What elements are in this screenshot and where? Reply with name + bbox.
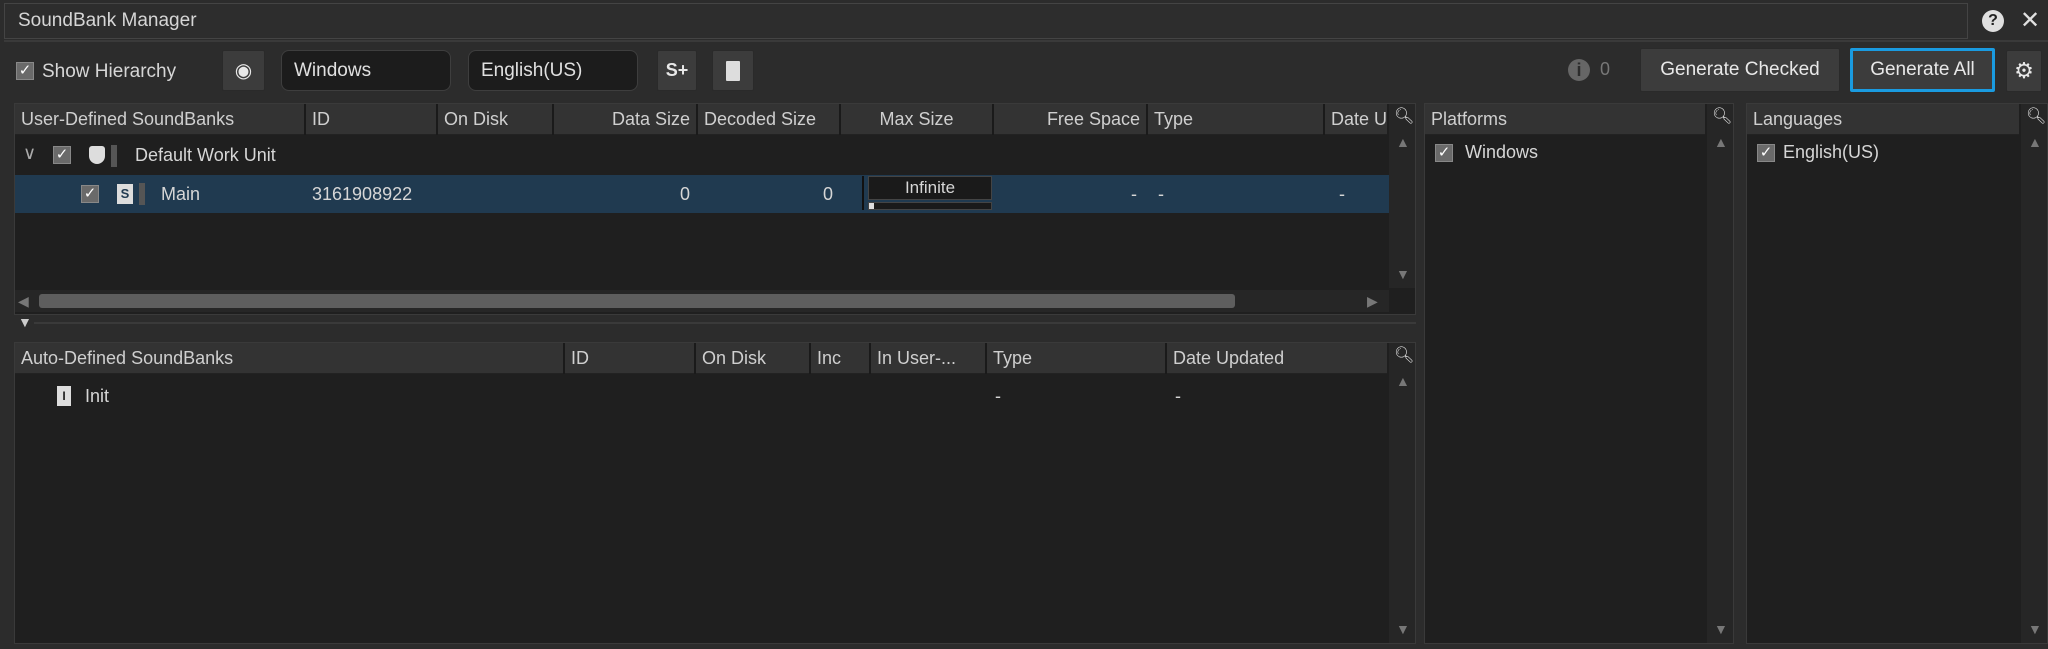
- scroll-right-arrow[interactable]: ▶: [1367, 293, 1378, 310]
- max-size-usage-bar: [868, 202, 992, 210]
- vertical-scrollbar[interactable]: 🔍︎ ▲ ▼: [1389, 104, 1415, 288]
- col-header-data-size[interactable]: Data Size: [554, 104, 698, 135]
- platform-selector[interactable]: Windows: [281, 50, 451, 91]
- search-icon[interactable]: 🔍︎: [1712, 106, 1732, 126]
- row-type: -: [995, 386, 1001, 406]
- col-header-inc[interactable]: Inc: [811, 343, 871, 374]
- row-date: -: [1175, 386, 1181, 406]
- col-header-name[interactable]: User-Defined SoundBanks: [15, 104, 306, 135]
- search-icon[interactable]: 🔍︎: [2026, 106, 2046, 126]
- splitter-toggle-icon[interactable]: ▼: [18, 314, 32, 330]
- vertical-scrollbar[interactable]: 🔍︎ ▲ ▼: [2021, 104, 2047, 643]
- color-tag: [111, 145, 117, 167]
- scroll-down-arrow[interactable]: ▼: [1396, 266, 1410, 282]
- col-header-date-updated[interactable]: Date Updated: [1167, 343, 1389, 374]
- title-bar: [4, 3, 1968, 39]
- platform-label: Windows: [1465, 142, 1539, 162]
- work-unit-icon: [89, 146, 105, 164]
- color-tag: [139, 183, 145, 205]
- expand-chevron-icon[interactable]: ∨: [23, 143, 36, 164]
- vertical-scrollbar[interactable]: 🔍︎ ▲ ▼: [1707, 104, 1733, 643]
- auto-defined-soundbanks-table: Auto-Defined SoundBanks ID On Disk Inc I…: [14, 342, 1416, 644]
- platforms-panel: Platforms 🔍︎ ▲ ▼ ✓ Windows: [1424, 103, 1734, 644]
- info-count: 0: [1600, 59, 1611, 79]
- divider: [862, 176, 864, 210]
- scroll-up-arrow[interactable]: ▲: [1396, 134, 1410, 150]
- col-header-id[interactable]: ID: [565, 343, 696, 374]
- eye-icon: ◉: [234, 60, 253, 82]
- scroll-up-arrow[interactable]: ▲: [1714, 134, 1728, 150]
- window-title: SoundBank Manager: [18, 10, 197, 31]
- eye-filter-button[interactable]: ◉: [222, 50, 265, 91]
- row-name: Init: [85, 386, 110, 406]
- vertical-scrollbar[interactable]: 🔍︎ ▲ ▼: [1389, 343, 1415, 643]
- row-id: 3161908922: [312, 184, 413, 204]
- row-decoded-size: 0: [823, 184, 834, 204]
- col-header-name[interactable]: Auto-Defined SoundBanks: [15, 343, 565, 374]
- row-type: -: [1158, 184, 1164, 204]
- soundbank-icon: S: [117, 184, 133, 204]
- scroll-down-arrow[interactable]: ▼: [1396, 621, 1410, 637]
- help-icon[interactable]: ?: [1982, 10, 2004, 32]
- init-bank-icon: I: [57, 386, 71, 406]
- languages-panel: Languages 🔍︎ ▲ ▼ ✓ English(US): [1746, 103, 2048, 644]
- col-header-type[interactable]: Type: [987, 343, 1167, 374]
- soundbank-add-icon: S+: [665, 60, 689, 80]
- scroll-up-arrow[interactable]: ▲: [2028, 134, 2042, 150]
- col-header-on-disk[interactable]: On Disk: [696, 343, 811, 374]
- row-date: -: [1339, 184, 1345, 204]
- search-icon[interactable]: 🔍︎: [1394, 106, 1414, 126]
- settings-button[interactable]: ⚙: [2006, 50, 2042, 92]
- splitter[interactable]: [34, 322, 1416, 324]
- row-checkbox[interactable]: ✓: [81, 185, 99, 203]
- scroll-up-arrow[interactable]: ▲: [1396, 373, 1410, 389]
- row-data-size: 0: [680, 184, 691, 204]
- col-header-id[interactable]: ID: [306, 104, 438, 135]
- languages-header: Languages: [1753, 109, 1843, 129]
- max-size-field[interactable]: Infinite: [868, 176, 992, 200]
- gear-icon: ⚙: [2014, 58, 2034, 83]
- trash-icon: [726, 60, 740, 81]
- divider: [4, 40, 2048, 42]
- show-hierarchy-checkbox[interactable]: ✓: [16, 62, 34, 80]
- row-name: Main: [161, 184, 201, 204]
- language-selector[interactable]: English(US): [468, 50, 638, 91]
- platforms-header: Platforms: [1431, 109, 1508, 129]
- generate-checked-button[interactable]: Generate Checked: [1640, 48, 1840, 92]
- table-row-selected[interactable]: ✓ S Main 3161908922 0 0 Infinite - - -: [15, 175, 1389, 213]
- generate-all-button[interactable]: Generate All: [1850, 48, 1995, 92]
- delete-button[interactable]: [712, 50, 754, 91]
- close-icon[interactable]: ✕: [2020, 6, 2040, 35]
- table-row[interactable]: ∨ ✓ Default Work Unit: [15, 137, 1389, 174]
- row-checkbox[interactable]: ✓: [53, 146, 71, 164]
- search-icon[interactable]: 🔍︎: [1394, 345, 1414, 365]
- scroll-down-arrow[interactable]: ▼: [1714, 621, 1728, 637]
- col-header-max-size[interactable]: Max Size: [841, 104, 994, 135]
- col-header-date[interactable]: Date U: [1325, 104, 1389, 135]
- scroll-down-arrow[interactable]: ▼: [2028, 621, 2042, 637]
- add-soundbank-button[interactable]: S+: [657, 50, 697, 91]
- platform-checkbox-windows[interactable]: ✓: [1435, 144, 1453, 162]
- col-header-in-user[interactable]: In User-...: [871, 343, 987, 374]
- row-name: Default Work Unit: [135, 145, 276, 165]
- language-checkbox-english-us[interactable]: ✓: [1757, 144, 1775, 162]
- table-row[interactable]: I Init - -: [15, 379, 1389, 413]
- scrollbar-thumb[interactable]: [39, 294, 1235, 308]
- horizontal-scrollbar[interactable]: ◀ ▶: [15, 290, 1389, 312]
- info-icon[interactable]: i: [1568, 59, 1590, 81]
- col-header-free-space[interactable]: Free Space: [994, 104, 1148, 135]
- show-hierarchy-label: Show Hierarchy: [42, 61, 177, 82]
- scroll-left-arrow[interactable]: ◀: [18, 293, 29, 310]
- col-header-type[interactable]: Type: [1148, 104, 1325, 135]
- language-label: English(US): [1783, 142, 1880, 162]
- col-header-on-disk[interactable]: On Disk: [438, 104, 554, 135]
- col-header-decoded-size[interactable]: Decoded Size: [698, 104, 841, 135]
- user-defined-soundbanks-table: User-Defined SoundBanks ID On Disk Data …: [14, 103, 1416, 315]
- row-free-space: -: [1131, 184, 1137, 204]
